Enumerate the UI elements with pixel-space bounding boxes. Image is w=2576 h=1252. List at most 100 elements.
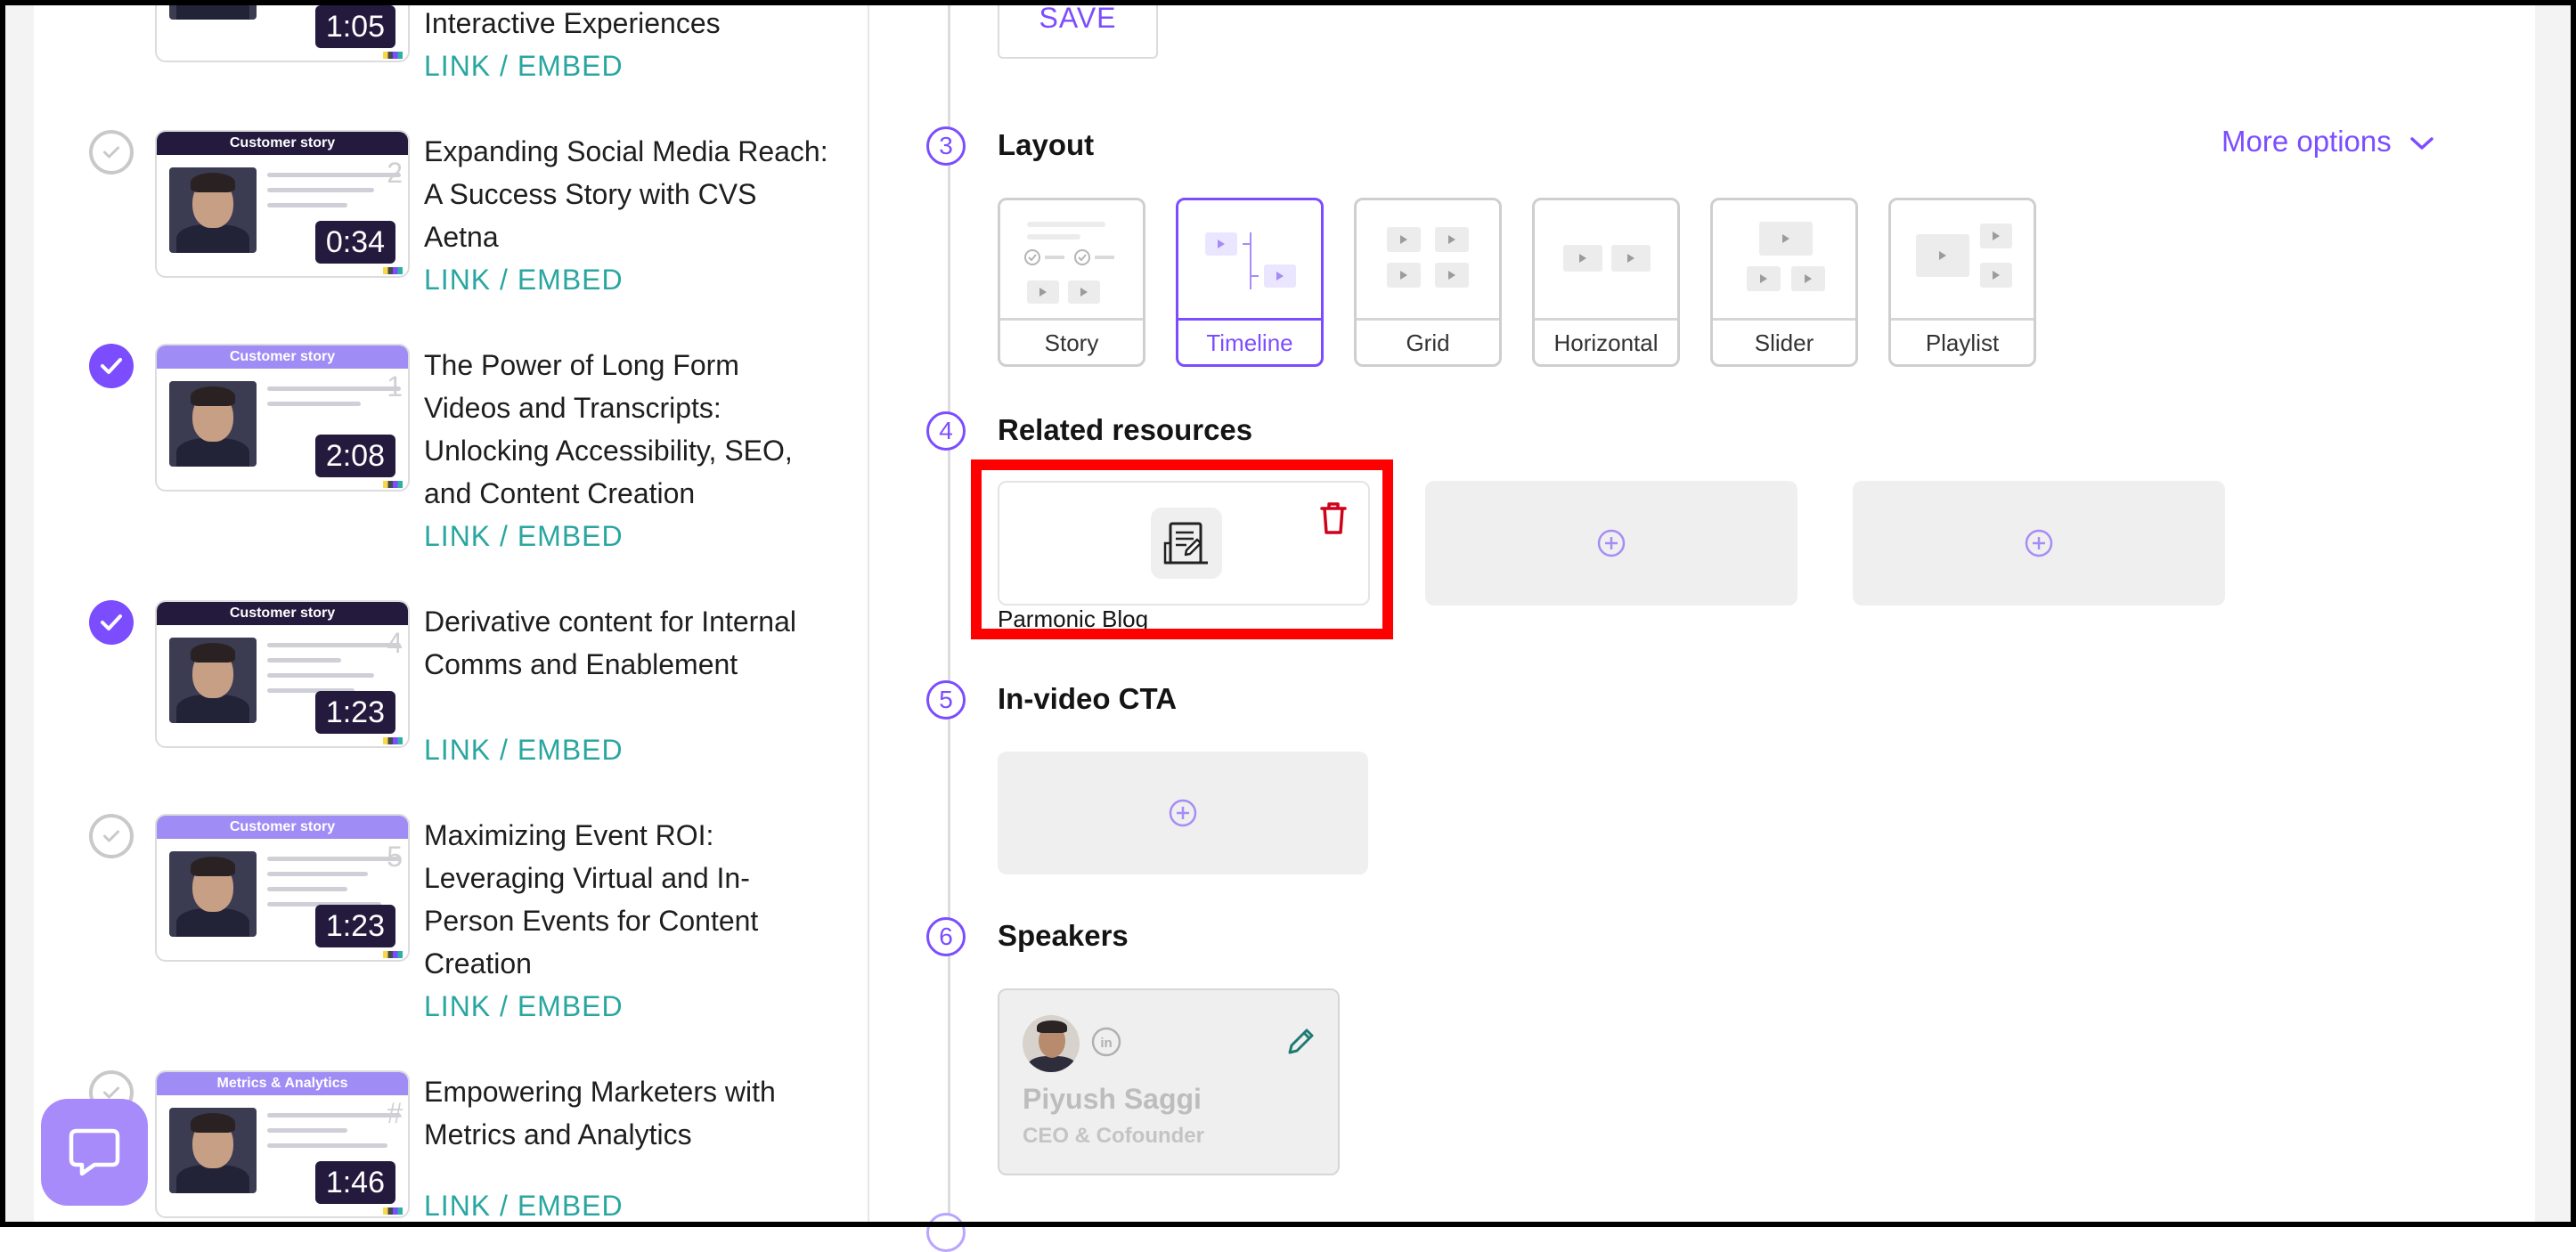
- check-circle-icon[interactable]: [89, 344, 134, 388]
- slider-layout-icon: [1713, 200, 1855, 321]
- plus-circle-icon: [1597, 529, 1626, 557]
- avatar: [1023, 1015, 1080, 1072]
- layout-option-playlist[interactable]: Playlist: [1888, 198, 2036, 367]
- duration-badge: 1:23: [314, 691, 395, 734]
- chevron-down-icon: [2410, 137, 2433, 150]
- video-thumbnail[interactable]: Metrics & Analytics # 1:46: [155, 1070, 410, 1218]
- layout-label: Timeline: [1178, 318, 1321, 364]
- right-gutter: [2535, 5, 2571, 1222]
- duration-badge: 2:08: [314, 435, 395, 477]
- video-title: The Power of Long Form Videos and Transc…: [424, 349, 793, 509]
- column-divider: [868, 0, 869, 1227]
- thumbnail-text-lines: [267, 386, 401, 417]
- blog-document-icon: [1151, 508, 1222, 579]
- video-thumbnail[interactable]: Customer story 4 1:23: [155, 600, 410, 748]
- cta-section-title: In-video CTA: [998, 682, 1178, 715]
- brand-stripe: [383, 267, 403, 274]
- presenter-image: [169, 167, 257, 253]
- frame-bottom-border: [0, 1222, 2576, 1227]
- related-resource-name: Parmonic Blog: [998, 606, 1149, 632]
- brand-stripe: [383, 481, 403, 488]
- presenter-image: [169, 851, 257, 937]
- related-resources-title: Related resources: [998, 413, 1253, 446]
- plus-circle-icon: [1169, 799, 1197, 827]
- steps-timeline-line: [948, 0, 950, 1227]
- check-circle-icon[interactable]: [89, 130, 134, 175]
- layout-option-slider[interactable]: Slider: [1710, 198, 1858, 367]
- layout-label: Slider: [1713, 318, 1855, 364]
- presenter-image: [169, 638, 257, 723]
- add-resource-slot[interactable]: [1853, 481, 2225, 606]
- thumbnail-text-lines: [267, 1113, 401, 1159]
- video-thumbnail[interactable]: Customer story 5 1:23: [155, 814, 410, 962]
- speaker-card[interactable]: in Piyush Saggi CEO & Cofounder: [998, 988, 1340, 1175]
- story-layout-icon: [1000, 200, 1143, 321]
- video-thumbnail[interactable]: Customer story 1 2:08: [155, 344, 410, 492]
- link-embed-link[interactable]: LINK / EMBED: [424, 262, 624, 297]
- pencil-edit-icon[interactable]: [1283, 1024, 1318, 1060]
- speakers-section-title: Speakers: [998, 919, 1129, 952]
- presenter-image: [169, 1108, 257, 1193]
- more-options-label: More options: [2221, 125, 2392, 158]
- link-embed-link[interactable]: LINK / EMBED: [424, 518, 624, 554]
- brand-stripe: [383, 951, 403, 958]
- video-title: Maximizing Event ROI: Leveraging Virtual…: [424, 819, 759, 980]
- frame-left-border: [0, 0, 5, 1227]
- thumbnail-text-lines: [267, 173, 401, 218]
- timeline-layout-icon: [1178, 200, 1321, 321]
- trash-icon[interactable]: [1318, 500, 1349, 536]
- layout-option-timeline[interactable]: Timeline: [1176, 198, 1324, 367]
- video-title: Expanding Social Media Reach: A Success …: [424, 135, 828, 253]
- duration-badge: 1:05: [314, 5, 395, 48]
- thumbnail-header: Customer story: [157, 132, 408, 155]
- link-embed-link[interactable]: LINK / EMBED: [424, 988, 624, 1024]
- duration-badge: 1:23: [314, 905, 395, 947]
- chat-launcher-button[interactable]: [41, 1099, 148, 1206]
- save-button[interactable]: SAVE: [998, 0, 1158, 59]
- layout-label: Story: [1000, 318, 1143, 364]
- check-circle-icon[interactable]: [89, 814, 134, 858]
- video-title: Interactive Experiences: [424, 7, 721, 39]
- check-circle-icon[interactable]: [89, 600, 134, 645]
- link-embed-link[interactable]: LINK / EMBED: [424, 48, 624, 84]
- frame-right-border: [2571, 0, 2576, 1227]
- related-resource-card[interactable]: [998, 481, 1370, 606]
- grid-layout-icon: [1357, 200, 1499, 321]
- frame-top-border: [0, 0, 2576, 5]
- layout-label: Playlist: [1891, 318, 2034, 364]
- linkedin-icon[interactable]: in: [1090, 1026, 1122, 1058]
- video-title: Empowering Marketers with Metrics and An…: [424, 1076, 776, 1150]
- thumbnail-header: Customer story: [157, 816, 408, 839]
- svg-text:in: in: [1100, 1036, 1112, 1051]
- layout-section-title: Layout: [998, 128, 1095, 161]
- left-gutter: [5, 5, 34, 1222]
- chat-bubble-icon: [69, 1128, 120, 1176]
- add-resource-slot[interactable]: [1425, 481, 1797, 606]
- layout-label: Horizontal: [1535, 318, 1677, 364]
- link-embed-link[interactable]: LINK / EMBED: [424, 732, 624, 768]
- presenter-image: [169, 381, 257, 467]
- layout-label: Grid: [1357, 318, 1499, 364]
- step-number-badge: 5: [926, 680, 966, 719]
- speaker-role: CEO & Cofounder: [1023, 1124, 1204, 1148]
- layout-option-story[interactable]: Story: [998, 198, 1145, 367]
- layout-option-grid[interactable]: Grid: [1354, 198, 1502, 367]
- brand-stripe: [383, 52, 403, 59]
- horizontal-layout-icon: [1535, 200, 1677, 321]
- duration-badge: 0:34: [314, 221, 395, 264]
- playlist-layout-icon: [1891, 200, 2034, 321]
- add-cta-slot[interactable]: [998, 752, 1368, 874]
- video-thumbnail[interactable]: 1:05: [155, 0, 410, 62]
- step-number-badge: 3: [926, 126, 966, 166]
- video-thumbnail[interactable]: Customer story 2 0:34: [155, 130, 410, 278]
- layout-option-horizontal[interactable]: Horizontal: [1532, 198, 1680, 367]
- brand-stripe: [383, 1207, 403, 1215]
- duration-badge: 1:46: [314, 1161, 395, 1204]
- link-embed-link[interactable]: LINK / EMBED: [424, 1188, 624, 1224]
- thumbnail-header: Customer story: [157, 346, 408, 369]
- step-number-badge: 6: [926, 917, 966, 956]
- more-options-button[interactable]: More options: [2221, 125, 2435, 159]
- thumbnail-header: Customer story: [157, 602, 408, 625]
- step-number-badge: 4: [926, 411, 966, 451]
- brand-stripe: [383, 737, 403, 744]
